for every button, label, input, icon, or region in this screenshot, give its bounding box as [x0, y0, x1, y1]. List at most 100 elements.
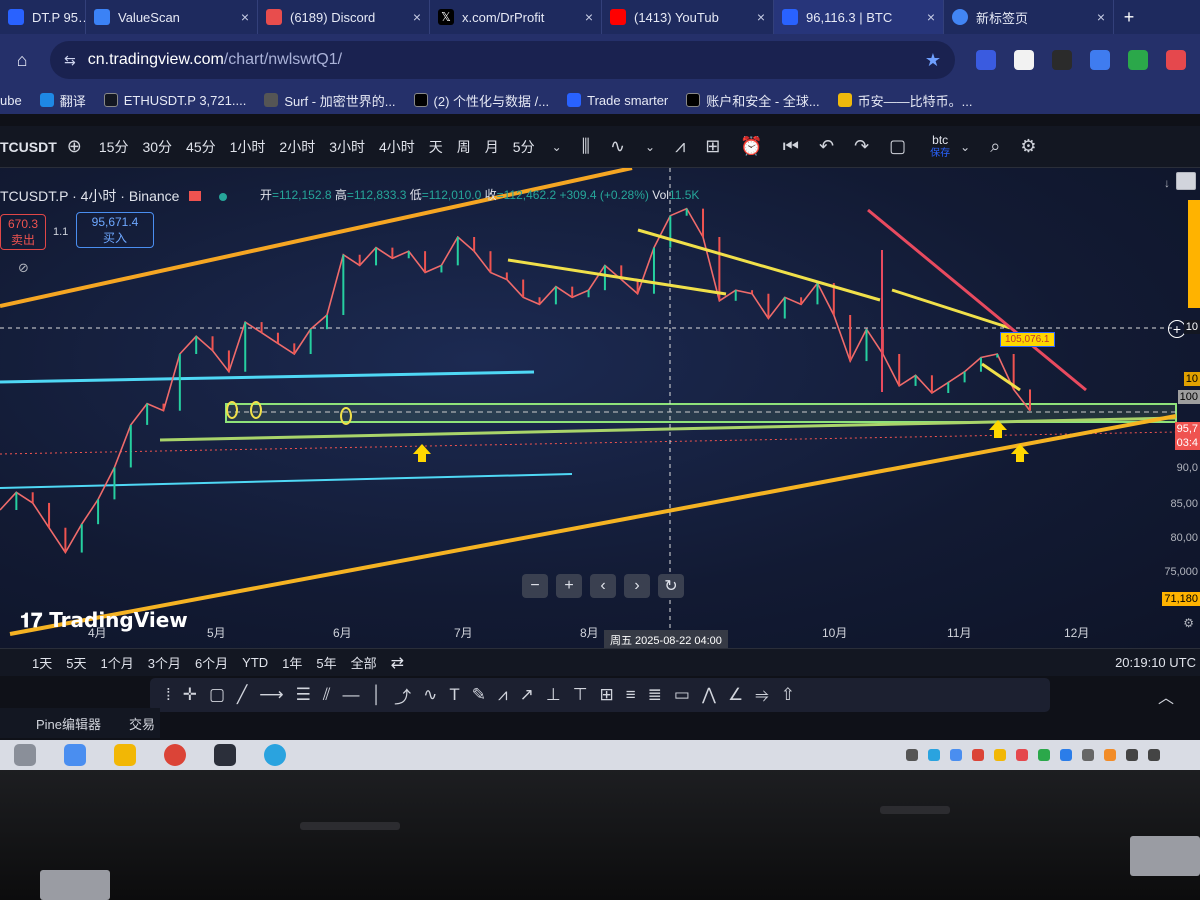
tray-icon[interactable]: [1148, 749, 1160, 761]
bookmark-item[interactable]: Trade smarter: [567, 93, 668, 108]
tray-icon[interactable]: [928, 749, 940, 761]
crosshair-tool-icon[interactable]: ✛: [183, 685, 197, 705]
range-3m[interactable]: 3个月: [148, 653, 181, 672]
chevron-down-icon[interactable]: ⌄: [960, 140, 970, 154]
close-icon[interactable]: ×: [233, 9, 249, 25]
tab-tradingview[interactable]: DT.P 95…: [0, 0, 86, 34]
alert-icon[interactable]: ⏰: [740, 136, 762, 157]
range-6m[interactable]: 6个月: [195, 653, 228, 672]
tray-icon[interactable]: [1104, 749, 1116, 761]
bookmark-item[interactable]: (2) 个性化与数据 /...: [413, 91, 549, 110]
horizontal-line-icon[interactable]: —: [343, 685, 360, 705]
range-1m[interactable]: 1个月: [100, 653, 133, 672]
range-all[interactable]: 全部: [351, 653, 377, 672]
timeframe-4h[interactable]: 4小时: [379, 137, 415, 157]
scroll-right-button[interactable]: ›: [624, 574, 650, 598]
tab-trading[interactable]: 交易: [129, 714, 155, 733]
symbol-button[interactable]: TCUSDT: [0, 139, 57, 155]
callout-tool-icon[interactable]: ▭: [674, 685, 690, 705]
range-1y[interactable]: 1年: [282, 653, 302, 672]
timeframe-1h[interactable]: 1小时: [230, 137, 266, 157]
elliott-wave-icon[interactable]: ⋀: [702, 685, 716, 705]
close-icon[interactable]: ×: [919, 9, 935, 25]
tray-icon[interactable]: [972, 749, 984, 761]
range-1d[interactable]: 1天: [32, 653, 52, 672]
chart-pane[interactable]: TCUSDT.P · 4小时 · Binance 开=112,152.8 高=1…: [0, 168, 1200, 648]
date-range-icon[interactable]: ⇄: [391, 653, 404, 673]
tray-icon[interactable]: [994, 749, 1006, 761]
timeframe-5m[interactable]: 5分: [513, 137, 535, 157]
range-5d[interactable]: 5天: [66, 653, 86, 672]
tab-discord[interactable]: (6189) Discord ×: [258, 0, 430, 34]
measure-tool-icon[interactable]: ⊞: [600, 685, 614, 705]
line-chart-icon[interactable]: ∿: [610, 136, 625, 157]
timeframe-1w[interactable]: 周: [457, 137, 471, 157]
angle-tool-icon[interactable]: ∠: [728, 685, 743, 705]
forecast-tool-icon[interactable]: ⥤: [755, 685, 769, 705]
replay-icon[interactable]: ⏮: [783, 136, 799, 157]
fullscreen-box-icon[interactable]: ▢: [889, 136, 906, 157]
tray-icon[interactable]: [1126, 749, 1138, 761]
bookmark-item[interactable]: 账户和安全 - 全球...: [686, 91, 820, 110]
redo-icon[interactable]: ↷: [854, 136, 869, 157]
tray-icon[interactable]: [950, 749, 962, 761]
home-icon[interactable]: ⌂: [4, 42, 40, 78]
close-icon[interactable]: ×: [405, 9, 421, 25]
order-qty[interactable]: 1.1: [53, 226, 68, 238]
gann-tool-icon[interactable]: ≣: [648, 685, 662, 705]
timeframe-30m[interactable]: 30分: [142, 137, 172, 157]
arrow-tool-icon[interactable]: ↗: [520, 685, 534, 705]
folder-icon[interactable]: [114, 744, 136, 766]
extension-icon[interactable]: [1128, 50, 1148, 70]
bookmark-item[interactable]: ETHUSDT.P 3,721....: [103, 93, 246, 108]
close-icon[interactable]: ×: [1089, 9, 1105, 25]
timeframe-2h[interactable]: 2小时: [279, 137, 315, 157]
extension-icon[interactable]: [1014, 50, 1034, 70]
extension-icon[interactable]: [1052, 50, 1072, 70]
chrome-icon[interactable]: [164, 744, 186, 766]
tab-valuescan[interactable]: ValueScan ×: [86, 0, 258, 34]
long-position-icon[interactable]: ⊥: [546, 685, 561, 705]
add-symbol-icon[interactable]: ⊕: [67, 136, 82, 157]
scroll-left-button[interactable]: ‹: [590, 574, 616, 598]
short-position-icon[interactable]: ⊤: [573, 685, 588, 705]
tab-youtube[interactable]: (1413) YouTub ×: [602, 0, 774, 34]
buy-button[interactable]: 95,671.4 买入: [76, 212, 154, 248]
chevron-up-icon[interactable]: ︿: [1158, 684, 1174, 708]
reset-chart-button[interactable]: ↻: [658, 574, 684, 598]
timeframe-1mo[interactable]: 月: [485, 137, 499, 157]
indicators-icon[interactable]: ⩘: [675, 136, 685, 157]
chevron-down-icon[interactable]: ⌄: [645, 140, 655, 154]
arrow-up-tool-icon[interactable]: ⇧: [781, 685, 795, 705]
path-tool-icon[interactable]: ⤴: [394, 683, 411, 708]
gear-icon[interactable]: ⚙: [1020, 136, 1036, 157]
zoom-out-button[interactable]: −: [522, 574, 548, 598]
range-ytd[interactable]: YTD: [242, 655, 268, 670]
range-5y[interactable]: 5年: [316, 653, 336, 672]
settings-gear-icon[interactable]: ⚙: [1183, 616, 1194, 630]
utc-clock[interactable]: 20:19:10 UTC: [1115, 655, 1196, 670]
chevron-down-icon[interactable]: ⌄: [552, 140, 562, 154]
undo-icon[interactable]: ↶: [819, 136, 834, 157]
pattern-tool-icon[interactable]: ⩘: [498, 685, 508, 705]
tab-btc[interactable]: 96,116.3 | BTC ×: [774, 0, 944, 34]
layouts-icon[interactable]: ⊞: [705, 136, 720, 157]
tray-icon[interactable]: [1038, 749, 1050, 761]
parallel-channel-icon[interactable]: ☰: [296, 685, 311, 705]
bookmark-item[interactable]: 翻译: [39, 91, 86, 110]
tray-icon[interactable]: [1016, 749, 1028, 761]
expand-icon[interactable]: [1176, 172, 1196, 190]
tab-x[interactable]: 𝕏 x.com/DrProfit ×: [430, 0, 602, 34]
pen-tool-icon[interactable]: ✎: [472, 685, 486, 705]
bookmark-item[interactable]: ube: [0, 93, 22, 108]
extension-icon[interactable]: [1166, 50, 1186, 70]
hide-eye-icon[interactable]: ⊘: [18, 260, 29, 276]
ray-tool-icon[interactable]: ⟶: [259, 685, 283, 705]
extension-icon[interactable]: [976, 50, 996, 70]
trendline-tool-icon[interactable]: ╱: [237, 685, 247, 705]
app-icon[interactable]: [64, 744, 86, 766]
tab-newtab[interactable]: 新标签页 ×: [944, 0, 1114, 34]
rectangle-tool-icon[interactable]: ▢: [209, 685, 225, 705]
new-tab-button[interactable]: +: [1114, 0, 1144, 34]
zoom-in-button[interactable]: +: [556, 574, 582, 598]
